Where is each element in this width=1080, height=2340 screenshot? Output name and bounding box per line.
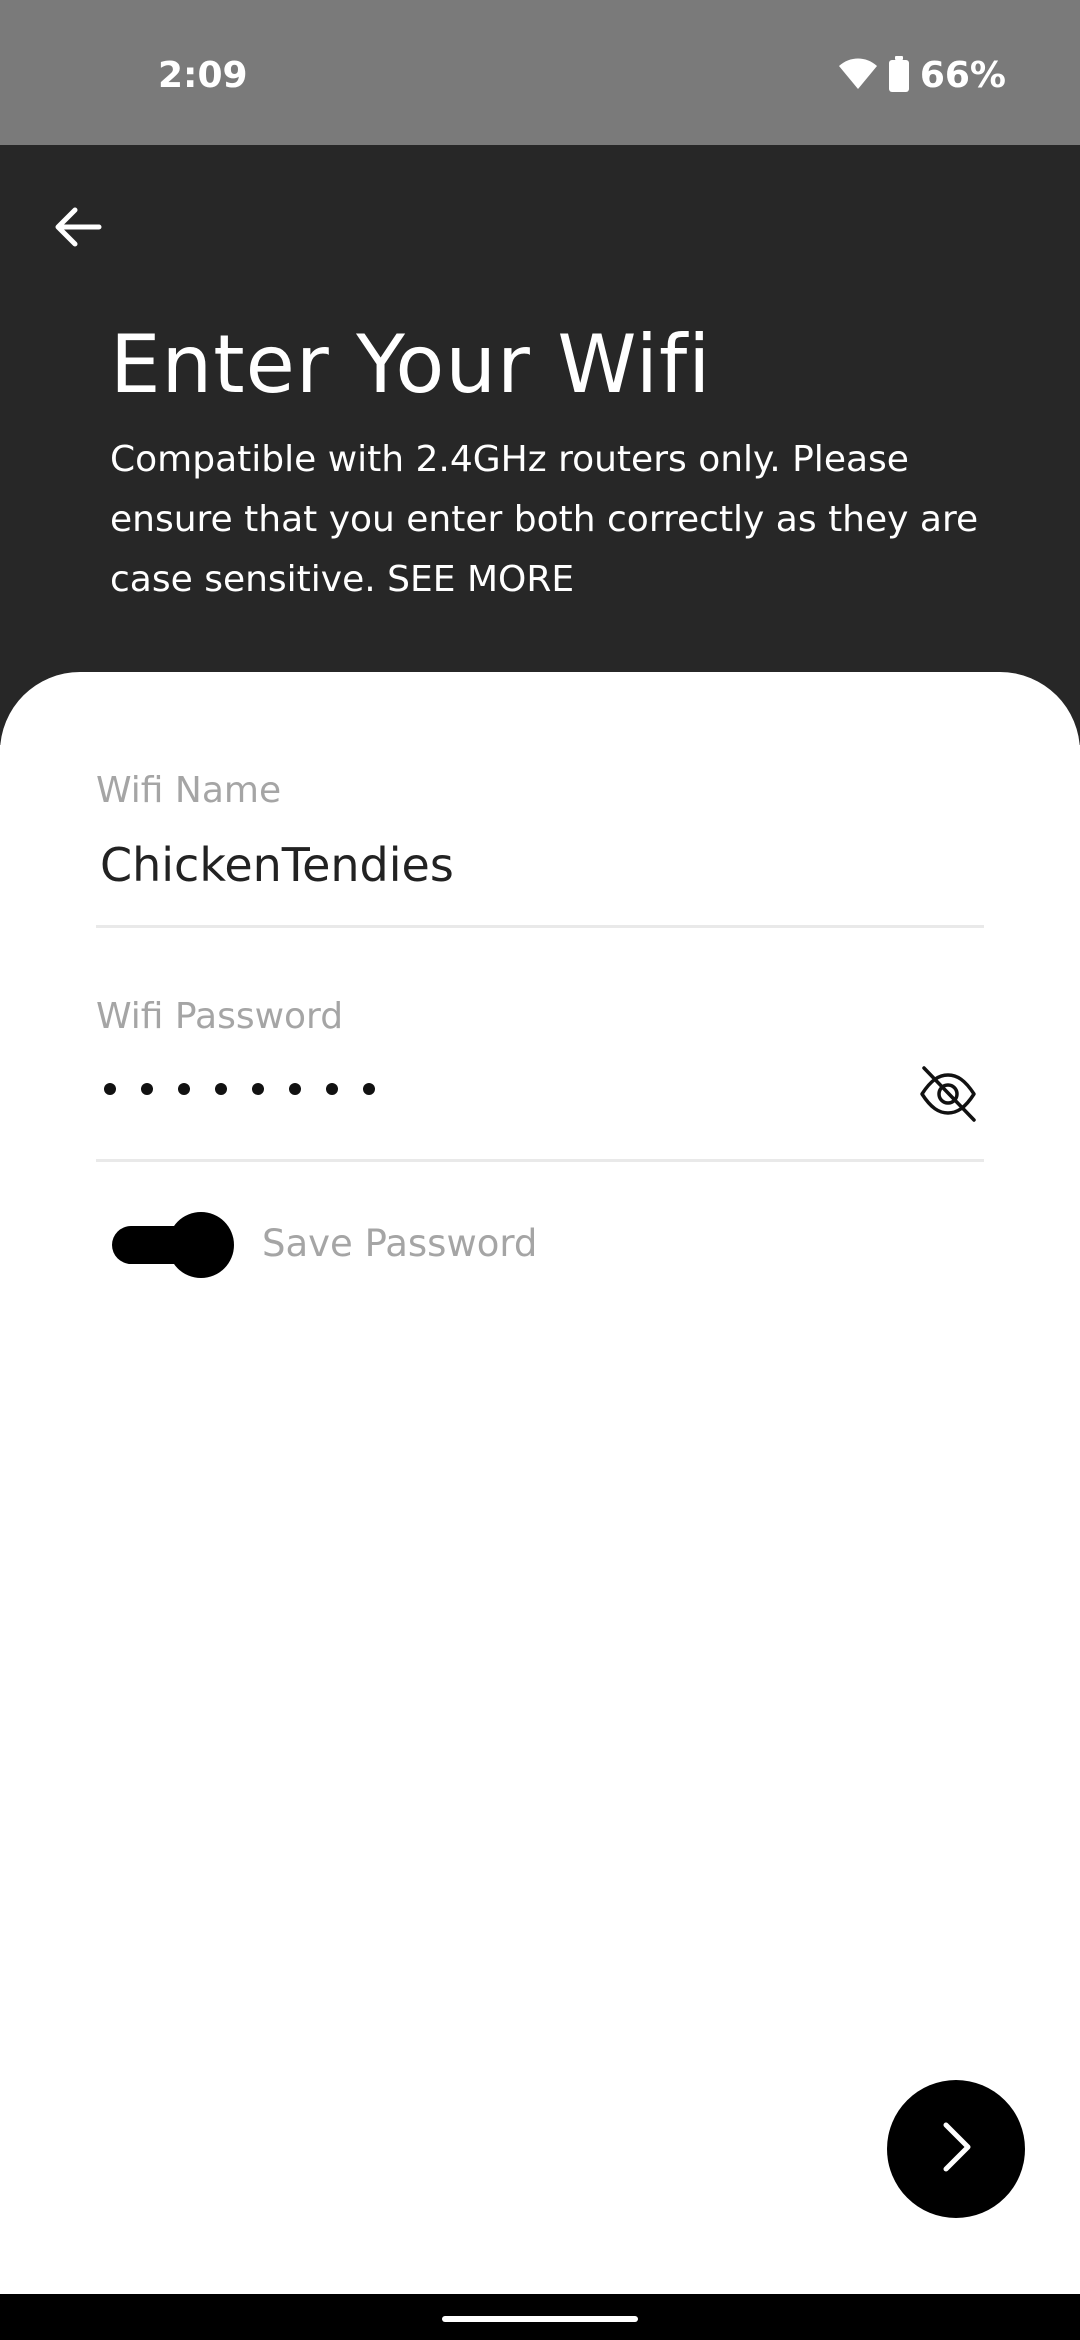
password-dot [289, 1083, 301, 1095]
toggle-knob [168, 1212, 234, 1278]
password-dot [141, 1083, 153, 1095]
save-password-label: Save Password [262, 1222, 538, 1265]
wifi-password-underline [96, 1159, 984, 1162]
wifi-password-label: Wifi Password [96, 996, 344, 1037]
password-dot [178, 1083, 190, 1095]
page-subtitle: Compatible with 2.4GHz routers only. Ple… [110, 430, 1010, 610]
wifi-name-input[interactable]: ChickenTendies [100, 835, 454, 895]
password-dot [326, 1083, 338, 1095]
status-bar: 2:09 66% [0, 0, 1080, 145]
save-password-toggle[interactable] [112, 1212, 236, 1278]
status-time: 2:09 [158, 55, 248, 96]
home-gesture-handle[interactable] [442, 2316, 638, 2322]
password-dot [363, 1083, 375, 1095]
wifi-name-underline [96, 925, 984, 928]
password-dot [252, 1083, 264, 1095]
wifi-form-card: Wifi Name ChickenTendies Wifi Password S… [0, 672, 1080, 2294]
wifi-password-input[interactable] [104, 1083, 375, 1095]
wifi-icon [838, 57, 878, 95]
see-more-link[interactable]: SEE MORE [387, 559, 574, 600]
status-icons: 66% [838, 50, 1006, 102]
password-dot [215, 1083, 227, 1095]
navigation-bar [0, 2294, 1080, 2340]
password-visibility-toggle[interactable] [912, 1060, 984, 1132]
next-button[interactable] [887, 2080, 1025, 2218]
chevron-right-icon [936, 2119, 976, 2179]
header: Enter Your Wifi Compatible with 2.4GHz r… [0, 145, 1080, 745]
wifi-name-label: Wifi Name [96, 770, 282, 811]
battery-icon [888, 56, 910, 96]
back-button[interactable] [42, 193, 114, 265]
eye-off-icon [918, 1064, 978, 1128]
battery-percent: 66% [919, 55, 1006, 96]
arrow-left-icon [53, 205, 103, 253]
page-title: Enter Your Wifi [110, 318, 712, 411]
password-dot [104, 1083, 116, 1095]
